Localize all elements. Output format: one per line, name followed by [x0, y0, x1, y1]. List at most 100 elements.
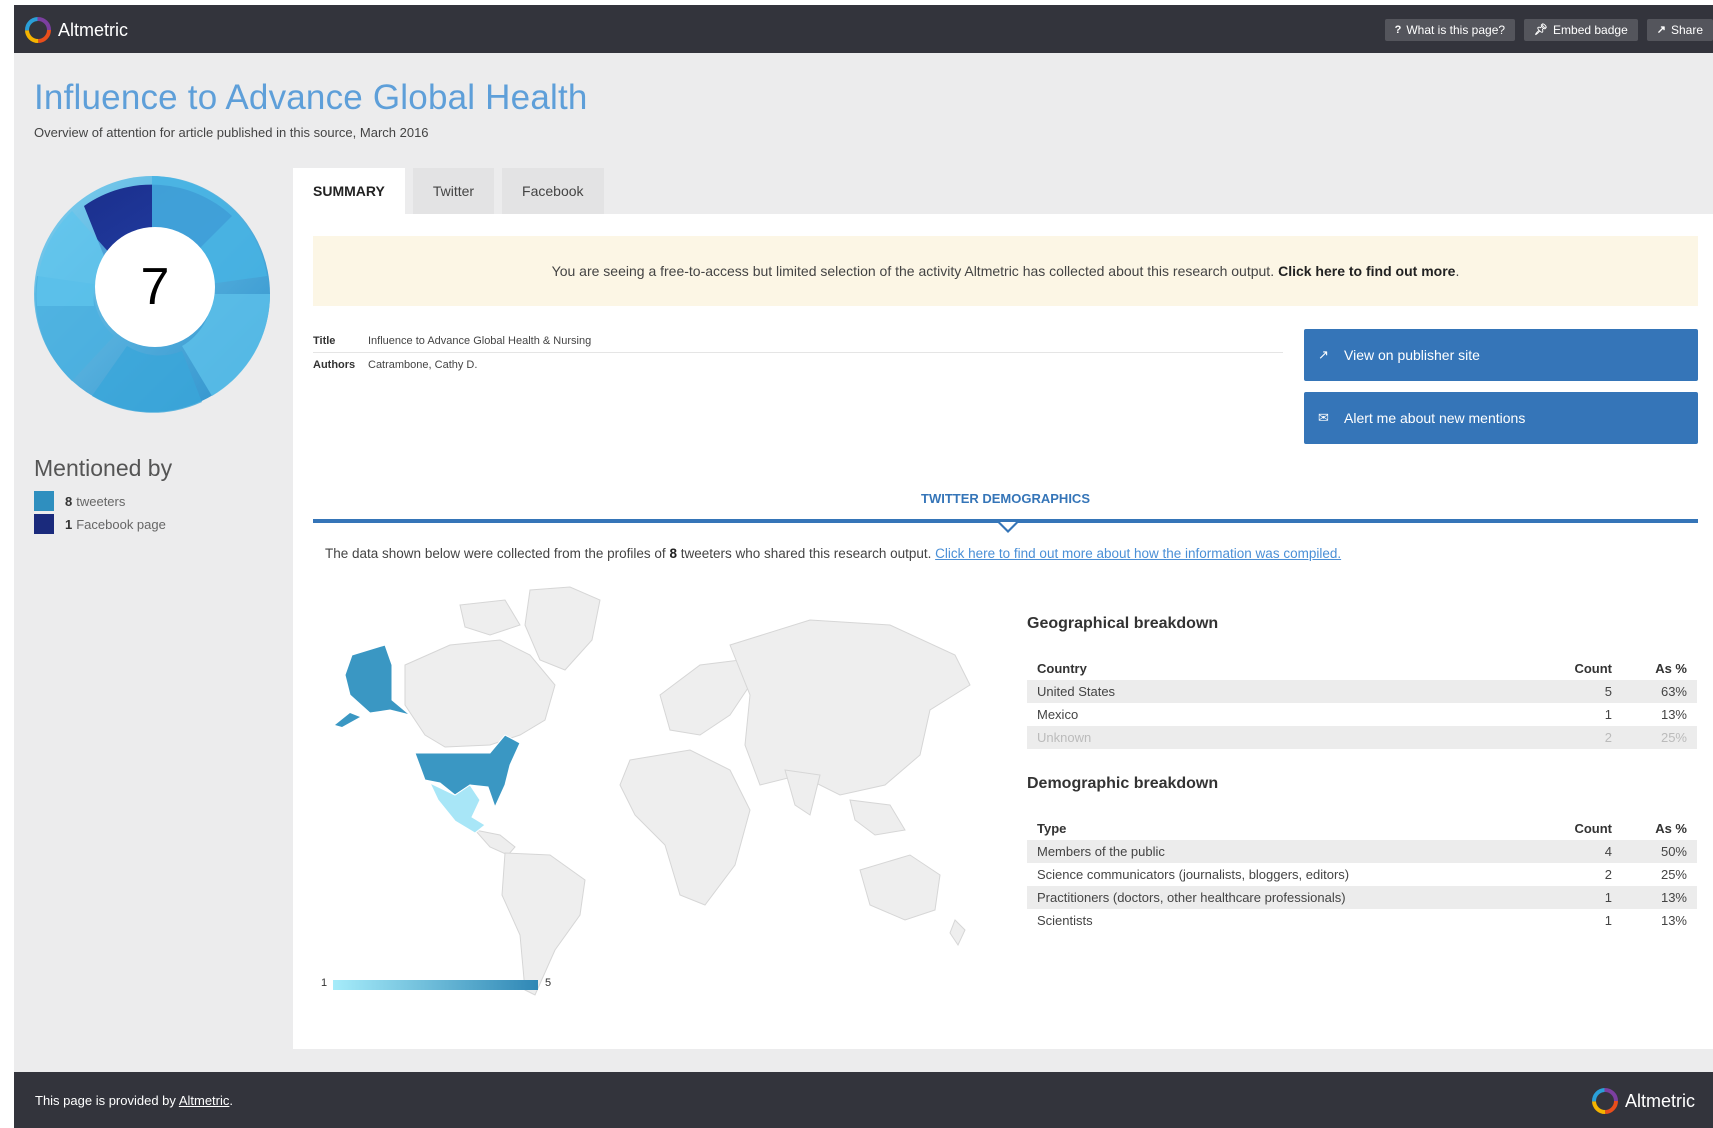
map-central-america — [473, 829, 516, 856]
alert-mentions-label: Alert me about new mentions — [1344, 410, 1526, 426]
demo-breakdown-title: Demographic breakdown — [1027, 775, 1219, 792]
footer-text: This page is provided by Altmetric. — [35, 1093, 233, 1108]
title-value: Influence to Advance Global Health & Nur… — [368, 335, 592, 347]
cell-percent: 25% — [1660, 867, 1687, 882]
how-compiled-link[interactable]: Click here to find out more about how th… — [935, 546, 1341, 561]
altmetric-logo[interactable]: Altmetric — [24, 16, 128, 44]
footer-logo[interactable]: Altmetric — [1591, 1087, 1695, 1115]
cell-count: 2 — [1604, 867, 1612, 882]
map-color-legend — [333, 980, 538, 990]
table-row: United States 5 63% — [1027, 680, 1697, 703]
table-row: Members of the public 4 50% — [1027, 840, 1697, 863]
embed-badge-label: Embed badge — [1553, 23, 1628, 37]
altmetric-logo-icon — [25, 17, 51, 43]
tweeters-count: 8 — [65, 493, 73, 509]
cell-count: 5 — [1604, 684, 1612, 699]
cell-percent: 25% — [1660, 730, 1687, 745]
twitter-demographics-heading: TWITTER DEMOGRAPHICS — [921, 491, 1090, 506]
col-country: Country — [1037, 661, 1087, 676]
top-actions: ? What is this page? 📌︎ Embed badge ↗ Sh… — [1384, 19, 1713, 41]
table-row: Scientists 1 13% — [1027, 909, 1697, 932]
cell-percent: 13% — [1660, 890, 1687, 905]
cell-country: Mexico — [1037, 707, 1079, 722]
share-icon: ↗ — [1656, 24, 1666, 36]
limited-access-notice: You are seeing a free-to-access but limi… — [313, 236, 1698, 306]
cell-type: Science communicators (journalists, blog… — [1037, 867, 1350, 882]
authors-key: Authors — [313, 358, 356, 371]
cell-percent: 63% — [1660, 684, 1687, 699]
map-africa — [619, 749, 751, 906]
footer-text-post: . — [229, 1093, 234, 1108]
footer-altmetric-link[interactable]: Altmetric — [179, 1093, 230, 1108]
tab-twitter[interactable]: Twitter — [412, 168, 495, 214]
external-link-icon: ↗ — [1318, 347, 1329, 362]
top-bar: Altmetric ? What is this page? 📌︎ Embed … — [14, 5, 1713, 53]
cell-percent: 13% — [1660, 707, 1687, 722]
page-subtitle: Overview of attention for article publis… — [34, 125, 429, 140]
table-header: Type Count As % — [1027, 817, 1697, 840]
legend-min-label: 1 — [321, 977, 328, 989]
map-europe — [659, 659, 751, 736]
cell-count: 1 — [1604, 890, 1612, 905]
page-title: Influence to Advance Global Health — [34, 78, 588, 117]
table-row: Mexico 1 13% — [1027, 703, 1697, 726]
col-percent: As % — [1655, 661, 1687, 676]
alert-mentions-button[interactable]: ✉ Alert me about new mentions — [1304, 392, 1698, 444]
geo-breakdown-title: Geographical breakdown — [1027, 615, 1219, 632]
share-button[interactable]: ↗ Share — [1646, 19, 1713, 41]
mention-facebook[interactable]: 1 Facebook page — [34, 514, 166, 534]
tab-facebook[interactable]: Facebook — [502, 168, 604, 214]
what-is-this-page-label: What is this page? — [1406, 23, 1506, 37]
facebook-count: 1 — [65, 516, 73, 532]
find-out-more-link[interactable]: Click here to find out more — [1278, 263, 1455, 279]
embed-badge-button[interactable]: 📌︎ Embed badge — [1524, 19, 1638, 41]
cell-percent: 50% — [1660, 844, 1687, 859]
altmetric-logo-icon — [1591, 1088, 1618, 1114]
col-type: Type — [1037, 821, 1067, 836]
map-india — [784, 769, 821, 816]
question-icon: ? — [1394, 24, 1402, 36]
facebook-color-swatch — [34, 514, 54, 534]
col-count: Count — [1574, 661, 1612, 676]
intro-post: tweeters who shared this research output… — [680, 546, 932, 561]
map-australia — [859, 854, 941, 921]
share-label: Share — [1670, 23, 1703, 37]
notice-text: You are seeing a free-to-access but limi… — [551, 263, 1275, 279]
authors-row: Authors Catrambone, Cathy D. — [313, 353, 1283, 376]
mention-tweeters[interactable]: 8 tweeters — [34, 491, 125, 511]
facebook-label: Facebook page — [76, 516, 166, 532]
tab-bar: SUMMARY Twitter Facebook — [293, 168, 604, 214]
footer-brand-name: Altmetric — [1624, 1090, 1695, 1111]
map-new-zealand — [949, 919, 966, 947]
col-percent: As % — [1655, 821, 1687, 836]
tab-summary[interactable]: SUMMARY — [293, 168, 405, 214]
cell-count: 4 — [1604, 844, 1612, 859]
cell-count: 1 — [1604, 707, 1612, 722]
table-row: Practitioners (doctors, other healthcare… — [1027, 886, 1697, 909]
table-row: Unknown 2 25% — [1027, 726, 1697, 749]
attention-score[interactable]: 7 — [95, 227, 215, 347]
cell-count: 1 — [1604, 913, 1612, 928]
world-map[interactable] — [330, 585, 990, 1005]
cell-country: United States — [1037, 684, 1116, 699]
cell-count: 2 — [1604, 730, 1612, 745]
demo-breakdown-table: Type Count As % Members of the public 4 … — [1027, 817, 1697, 932]
view-publisher-label: View on publisher site — [1344, 347, 1480, 363]
geo-breakdown-table: Country Count As % United States 5 63% M… — [1027, 657, 1697, 749]
brand-name: Altmetric — [58, 19, 129, 40]
table-header: Country Count As % — [1027, 657, 1697, 680]
demographics-caret-inner — [1000, 522, 1016, 530]
page: Altmetric ? What is this page? 📌︎ Embed … — [0, 0, 1713, 1128]
cell-percent: 13% — [1660, 913, 1687, 928]
map-canada — [404, 639, 556, 748]
envelope-icon: ✉ — [1318, 410, 1329, 425]
map-greenland — [524, 586, 601, 671]
view-publisher-button[interactable]: ↗ View on publisher site — [1304, 329, 1698, 381]
pin-icon: 📌︎ — [1534, 24, 1549, 36]
what-is-this-page-button[interactable]: ? What is this page? — [1384, 19, 1516, 41]
title-key: Title — [313, 335, 336, 347]
intro-pre: The data shown below were collected from… — [325, 546, 666, 561]
article-metadata: Title Influence to Advance Global Health… — [313, 330, 1283, 376]
cell-type: Practitioners (doctors, other healthcare… — [1037, 890, 1346, 905]
mentioned-by-title: Mentioned by — [34, 455, 173, 481]
